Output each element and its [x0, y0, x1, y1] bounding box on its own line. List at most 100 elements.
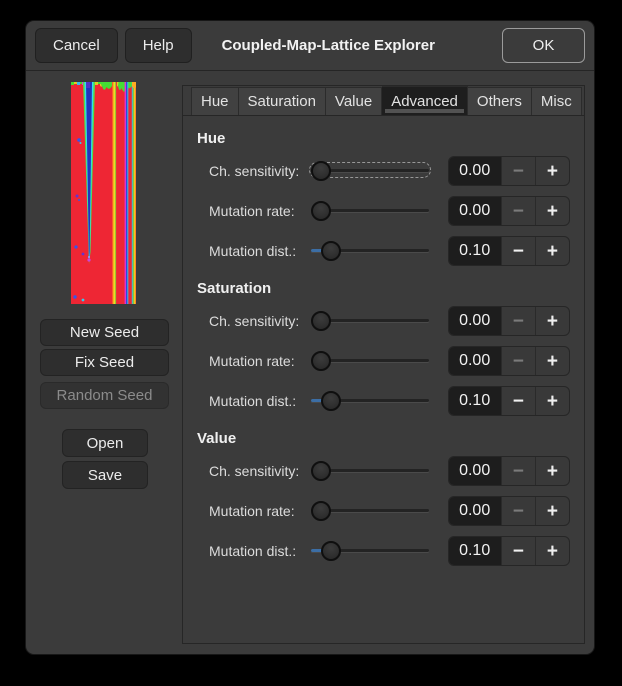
ok-button[interactable]: OK: [502, 28, 585, 63]
hue-mutation-dist-row: Mutation dist.: 0.10 − +: [197, 231, 570, 271]
random-seed-button: Random Seed: [40, 382, 169, 409]
slider-thumb[interactable]: [311, 501, 331, 521]
plus-icon[interactable]: +: [535, 157, 569, 185]
dialog-title: Coupled-Map-Lattice Explorer: [222, 37, 435, 54]
value-mutation-dist-row: Mutation dist.: 0.10 − +: [197, 531, 570, 571]
slider-thumb[interactable]: [311, 351, 331, 371]
section-value: Value Ch. sensitivity: 0.00 − +: [197, 425, 570, 571]
hue-mutation-rate-slider[interactable]: [311, 191, 447, 231]
slider-thumb[interactable]: [321, 391, 341, 411]
slider-thumb[interactable]: [311, 311, 331, 331]
plus-icon[interactable]: +: [535, 237, 569, 265]
advanced-tab-content: Hue Ch. sensitivity: 0.00 − +: [183, 116, 584, 571]
fix-seed-button[interactable]: Fix Seed: [40, 349, 169, 376]
hue-ch-sensitivity-spin: 0.00 − +: [448, 156, 570, 186]
section-title: Value: [197, 425, 570, 451]
minus-icon: −: [501, 307, 535, 335]
minus-icon: −: [501, 497, 535, 525]
value-ch-sensitivity-spin: 0.00 − +: [448, 456, 570, 486]
dialog-header: Cancel Help Coupled-Map-Lattice Explorer…: [26, 21, 594, 71]
minus-icon: −: [501, 457, 535, 485]
hue-mutation-rate-spin: 0.00 − +: [448, 196, 570, 226]
slider-thumb[interactable]: [311, 461, 331, 481]
slider-thumb[interactable]: [311, 161, 331, 181]
minus-icon[interactable]: −: [501, 237, 535, 265]
value-mutation-rate-slider[interactable]: [311, 491, 447, 531]
row-label: Mutation dist.:: [209, 243, 311, 259]
saturation-mutation-rate-spin: 0.00 − +: [448, 346, 570, 376]
cml-explorer-dialog: Cancel Help Coupled-Map-Lattice Explorer…: [25, 20, 595, 655]
spin-value[interactable]: 0.00: [449, 457, 501, 485]
minus-icon: −: [501, 347, 535, 375]
plus-icon[interactable]: +: [535, 457, 569, 485]
slider-thumb[interactable]: [311, 201, 331, 221]
saturation-ch-sensitivity-row: Ch. sensitivity: 0.00 − +: [197, 301, 570, 341]
value-mutation-rate-row: Mutation rate: 0.00 − +: [197, 491, 570, 531]
tab-saturation[interactable]: Saturation: [239, 87, 326, 115]
plus-icon[interactable]: +: [535, 387, 569, 415]
plus-icon[interactable]: +: [535, 537, 569, 565]
open-button[interactable]: Open: [62, 429, 148, 457]
row-label: Ch. sensitivity:: [209, 463, 311, 479]
screen: Cancel Help Coupled-Map-Lattice Explorer…: [0, 0, 622, 686]
settings-notebook: Hue Saturation Value Advanced Others Mis…: [182, 85, 585, 644]
tab-value[interactable]: Value: [326, 87, 382, 115]
value-mutation-dist-spin: 0.10 − +: [448, 536, 570, 566]
saturation-mutation-dist-spin: 0.10 − +: [448, 386, 570, 416]
minus-icon[interactable]: −: [501, 537, 535, 565]
saturation-mutation-dist-slider[interactable]: [311, 381, 447, 421]
section-title: Hue: [197, 125, 570, 151]
saturation-mutation-rate-slider[interactable]: [311, 341, 447, 381]
spin-value[interactable]: 0.00: [449, 307, 501, 335]
tab-others[interactable]: Others: [468, 87, 532, 115]
slider-thumb[interactable]: [321, 541, 341, 561]
saturation-ch-sensitivity-slider[interactable]: [311, 301, 447, 341]
section-title: Saturation: [197, 275, 570, 301]
spin-value[interactable]: 0.00: [449, 157, 501, 185]
slider-thumb[interactable]: [321, 241, 341, 261]
hue-mutation-rate-row: Mutation rate: 0.00 − +: [197, 191, 570, 231]
value-mutation-dist-slider[interactable]: [311, 531, 447, 571]
row-label: Mutation dist.:: [209, 543, 311, 559]
spin-value[interactable]: 0.10: [449, 537, 501, 565]
tab-hue[interactable]: Hue: [191, 87, 239, 115]
value-mutation-rate-spin: 0.00 − +: [448, 496, 570, 526]
hue-mutation-dist-spin: 0.10 − +: [448, 236, 570, 266]
cancel-button[interactable]: Cancel: [35, 28, 118, 63]
value-ch-sensitivity-slider[interactable]: [311, 451, 447, 491]
tab-misc[interactable]: Misc: [532, 87, 582, 115]
row-label: Mutation rate:: [209, 353, 311, 369]
save-button[interactable]: Save: [62, 461, 148, 489]
spin-value[interactable]: 0.10: [449, 237, 501, 265]
spin-value[interactable]: 0.00: [449, 197, 501, 225]
row-label: Mutation rate:: [209, 203, 311, 219]
plus-icon[interactable]: +: [535, 347, 569, 375]
spin-value[interactable]: 0.10: [449, 387, 501, 415]
spin-value[interactable]: 0.00: [449, 347, 501, 375]
hue-ch-sensitivity-row: Ch. sensitivity: 0.00 − +: [197, 151, 570, 191]
row-label: Mutation dist.:: [209, 393, 311, 409]
saturation-mutation-dist-row: Mutation dist.: 0.10 − +: [197, 381, 570, 421]
tab-advanced[interactable]: Advanced: [382, 86, 468, 115]
help-button[interactable]: Help: [125, 28, 192, 63]
minus-icon[interactable]: −: [501, 387, 535, 415]
plus-icon[interactable]: +: [535, 197, 569, 225]
spin-value[interactable]: 0.00: [449, 497, 501, 525]
minus-icon: −: [501, 157, 535, 185]
row-label: Ch. sensitivity:: [209, 163, 311, 179]
tab-bar: Hue Saturation Value Advanced Others Mis…: [183, 86, 584, 116]
new-seed-button[interactable]: New Seed: [40, 319, 169, 346]
minus-icon: −: [501, 197, 535, 225]
plus-icon[interactable]: +: [535, 497, 569, 525]
preview-image: [71, 82, 136, 304]
row-label: Mutation rate:: [209, 503, 311, 519]
section-hue: Hue Ch. sensitivity: 0.00 − +: [197, 125, 570, 271]
saturation-ch-sensitivity-spin: 0.00 − +: [448, 306, 570, 336]
hue-mutation-dist-slider[interactable]: [311, 231, 447, 271]
value-ch-sensitivity-row: Ch. sensitivity: 0.00 − +: [197, 451, 570, 491]
plus-icon[interactable]: +: [535, 307, 569, 335]
section-saturation: Saturation Ch. sensitivity: 0.00 − +: [197, 275, 570, 421]
row-label: Ch. sensitivity:: [209, 313, 311, 329]
saturation-mutation-rate-row: Mutation rate: 0.00 − +: [197, 341, 570, 381]
hue-ch-sensitivity-slider[interactable]: [311, 151, 447, 191]
